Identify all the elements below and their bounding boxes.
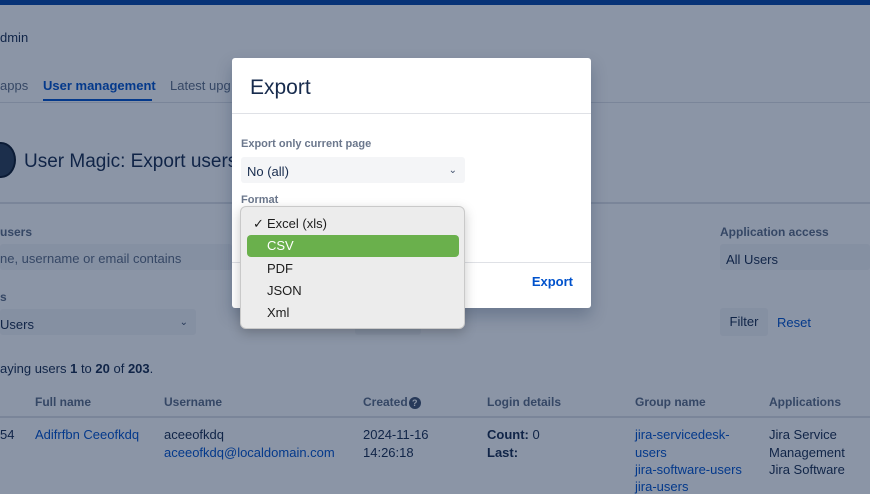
format-label: Format [241,194,279,206]
format-option-label: Excel (xls) [267,216,327,231]
format-option-excel[interactable]: ✓ Excel (xls) [247,213,459,235]
format-option-label: Xml [267,305,290,320]
format-option-csv[interactable]: CSV [247,235,459,257]
export-dialog-title: Export [250,76,311,99]
dialog-header-divider [232,113,591,114]
export-only-select[interactable]: No (all) ⌄ [241,157,465,183]
format-dropdown-menu: ✓ Excel (xls) CSV PDF JSON Xml [240,206,465,329]
chevron-down-icon: ⌄ [448,165,457,176]
format-option-label: JSON [267,283,302,298]
format-option-label: CSV [267,238,294,253]
format-option-pdf[interactable]: PDF [247,258,459,280]
export-only-label: Export only current page [241,138,372,150]
format-option-label: PDF [267,261,293,276]
checkmark-icon: ✓ [253,216,264,231]
format-option-xml[interactable]: Xml [247,302,459,324]
export-button[interactable]: Export [532,274,573,289]
format-option-json[interactable]: JSON [247,280,459,302]
export-only-value: No (all) [247,164,289,179]
